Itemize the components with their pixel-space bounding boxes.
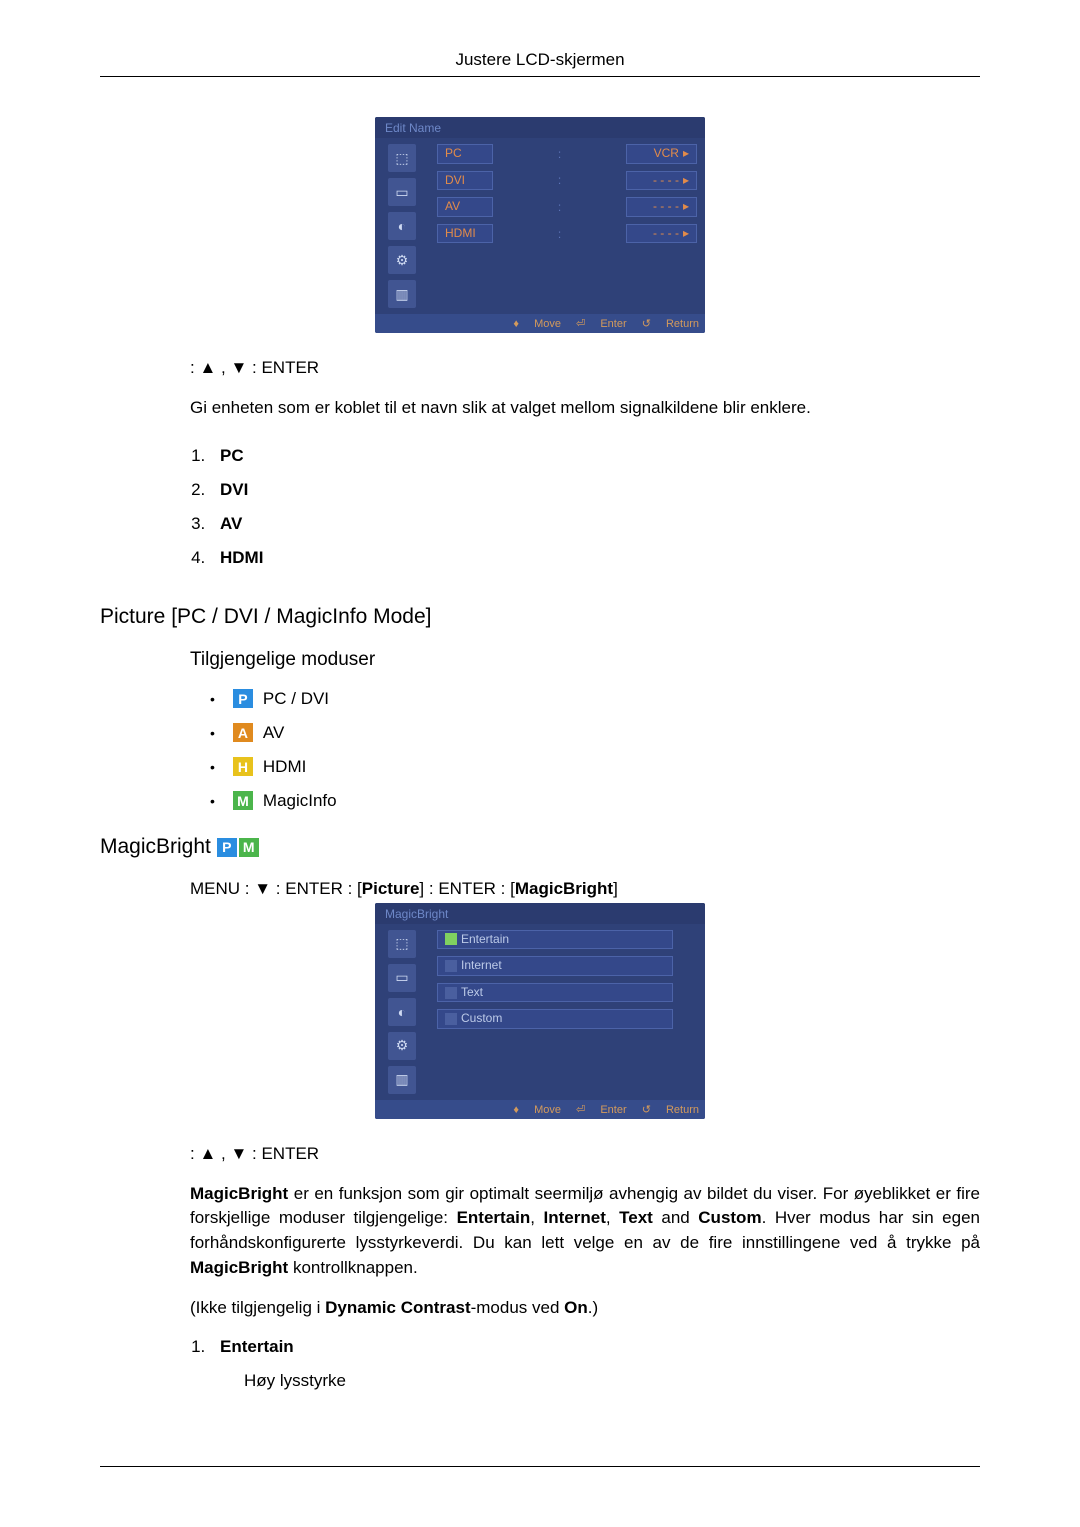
- osd-icon-picture: ▭: [388, 178, 416, 206]
- nav-line-1: : ▲ , ▼ : ENTER: [190, 358, 980, 378]
- osd-icon-input: ⬚: [388, 144, 416, 172]
- source-list: PC DVI AV HDMI: [190, 439, 980, 575]
- section-magicbright-title: MagicBright PM: [100, 835, 980, 859]
- check-icon: [445, 1013, 457, 1025]
- osd1-row-sep: :: [501, 200, 618, 214]
- mode-list: P PC / DVI A AV H HDMI M MagicInfo: [210, 689, 980, 811]
- check-icon: [445, 933, 457, 945]
- osd-icon-setup: ⚙: [388, 1032, 416, 1060]
- mode-sub-desc: Høy lysstyrke: [244, 1371, 980, 1391]
- badge-m-icon: M: [239, 838, 259, 857]
- footer-rule: [100, 1466, 980, 1467]
- osd1-row-label: AV: [437, 197, 493, 217]
- nav-line-2: : ▲ , ▼ : ENTER: [190, 1144, 980, 1164]
- osd-edit-name: Edit Name ⬚ ▭ ◐ ⚙ ▥ PC : VCR▸ DVI : - - …: [375, 117, 705, 333]
- check-icon: [445, 960, 457, 972]
- osd-magicbright: MagicBright ⬚ ▭ ◐ ⚙ ▥ Entertain Internet…: [375, 903, 705, 1119]
- list-item: H HDMI: [210, 757, 980, 777]
- osd2-row-label: Custom: [437, 1009, 673, 1029]
- list-item: HDMI: [210, 541, 980, 575]
- list-item: Entertain Høy lysstyrke: [210, 1337, 980, 1391]
- mode-label: HDMI: [263, 757, 306, 777]
- osd2-sidebar: ⬚ ▭ ◐ ⚙ ▥: [375, 924, 429, 1100]
- osd1-row-sep: :: [501, 147, 618, 161]
- osd1-row-value: - - - -▸: [626, 224, 697, 244]
- osd1-row-label: HDMI: [437, 224, 493, 244]
- header-rule: [100, 76, 980, 77]
- osd1-sidebar: ⬚ ▭ ◐ ⚙ ▥: [375, 138, 429, 314]
- osd-icon-input: ⬚: [388, 930, 416, 958]
- mode-label: PC / DVI: [263, 689, 329, 709]
- badge-m-icon: M: [233, 791, 253, 810]
- osd2-footer: ♦ Move ⏎ Enter ↺ Return: [375, 1100, 705, 1119]
- osd-icon-setup: ⚙: [388, 246, 416, 274]
- osd1-row-value: - - - -▸: [626, 171, 697, 191]
- magicbright-paragraph: MagicBright er en funksjon som gir optim…: [190, 1182, 980, 1281]
- osd-icon-multi: ▥: [388, 280, 416, 308]
- intro-text-1: Gi enheten som er koblet til et navn sli…: [190, 396, 980, 421]
- menu-path: MENU : ▼ : ENTER : [Picture] : ENTER : […: [190, 879, 980, 899]
- badge-a-icon: A: [233, 723, 253, 742]
- badge-p-icon: P: [233, 689, 253, 708]
- osd2-row-label: Entertain: [437, 930, 673, 950]
- list-item: P PC / DVI: [210, 689, 980, 709]
- magicbright-mode-list: Entertain Høy lysstyrke: [190, 1337, 980, 1391]
- osd2-title: MagicBright: [375, 903, 705, 924]
- list-item: A AV: [210, 723, 980, 743]
- osd2-main: Entertain Internet Text Custom: [429, 924, 705, 1100]
- badge-p-icon: P: [217, 838, 237, 857]
- osd2-row-label: Internet: [437, 956, 673, 976]
- check-icon: [445, 987, 457, 999]
- badge-h-icon: H: [233, 757, 253, 776]
- list-item: M MagicInfo: [210, 791, 980, 811]
- list-item: AV: [210, 507, 980, 541]
- osd1-row-sep: :: [501, 173, 618, 187]
- osd-icon-sound: ◐: [388, 998, 416, 1026]
- osd2-row-label: Text: [437, 983, 673, 1003]
- mode-label: AV: [263, 723, 284, 743]
- list-item: DVI: [210, 473, 980, 507]
- osd1-row-value: VCR▸: [626, 144, 697, 164]
- osd1-footer: ♦ Move ⏎ Enter ↺ Return: [375, 314, 705, 333]
- osd1-title: Edit Name: [375, 117, 705, 138]
- mode-label: MagicInfo: [263, 791, 337, 811]
- osd1-row-label: PC: [437, 144, 493, 164]
- osd-icon-picture: ▭: [388, 964, 416, 992]
- osd1-main: PC : VCR▸ DVI : - - - -▸ AV : - - - -▸ H…: [429, 138, 705, 314]
- osd-icon-multi: ▥: [388, 1066, 416, 1094]
- osd1-row-value: - - - -▸: [626, 197, 697, 217]
- subsection-modes-title: Tilgjengelige moduser: [190, 649, 980, 671]
- osd-icon-sound: ◐: [388, 212, 416, 240]
- osd1-row-label: DVI: [437, 171, 493, 191]
- not-available-note: (Ikke tilgjengelig i Dynamic Contrast-mo…: [190, 1296, 980, 1321]
- list-item: PC: [210, 439, 980, 473]
- osd1-row-sep: :: [501, 227, 618, 241]
- page-header-title: Justere LCD-skjermen: [100, 50, 980, 70]
- section-picture-title: Picture [PC / DVI / MagicInfo Mode]: [100, 605, 980, 629]
